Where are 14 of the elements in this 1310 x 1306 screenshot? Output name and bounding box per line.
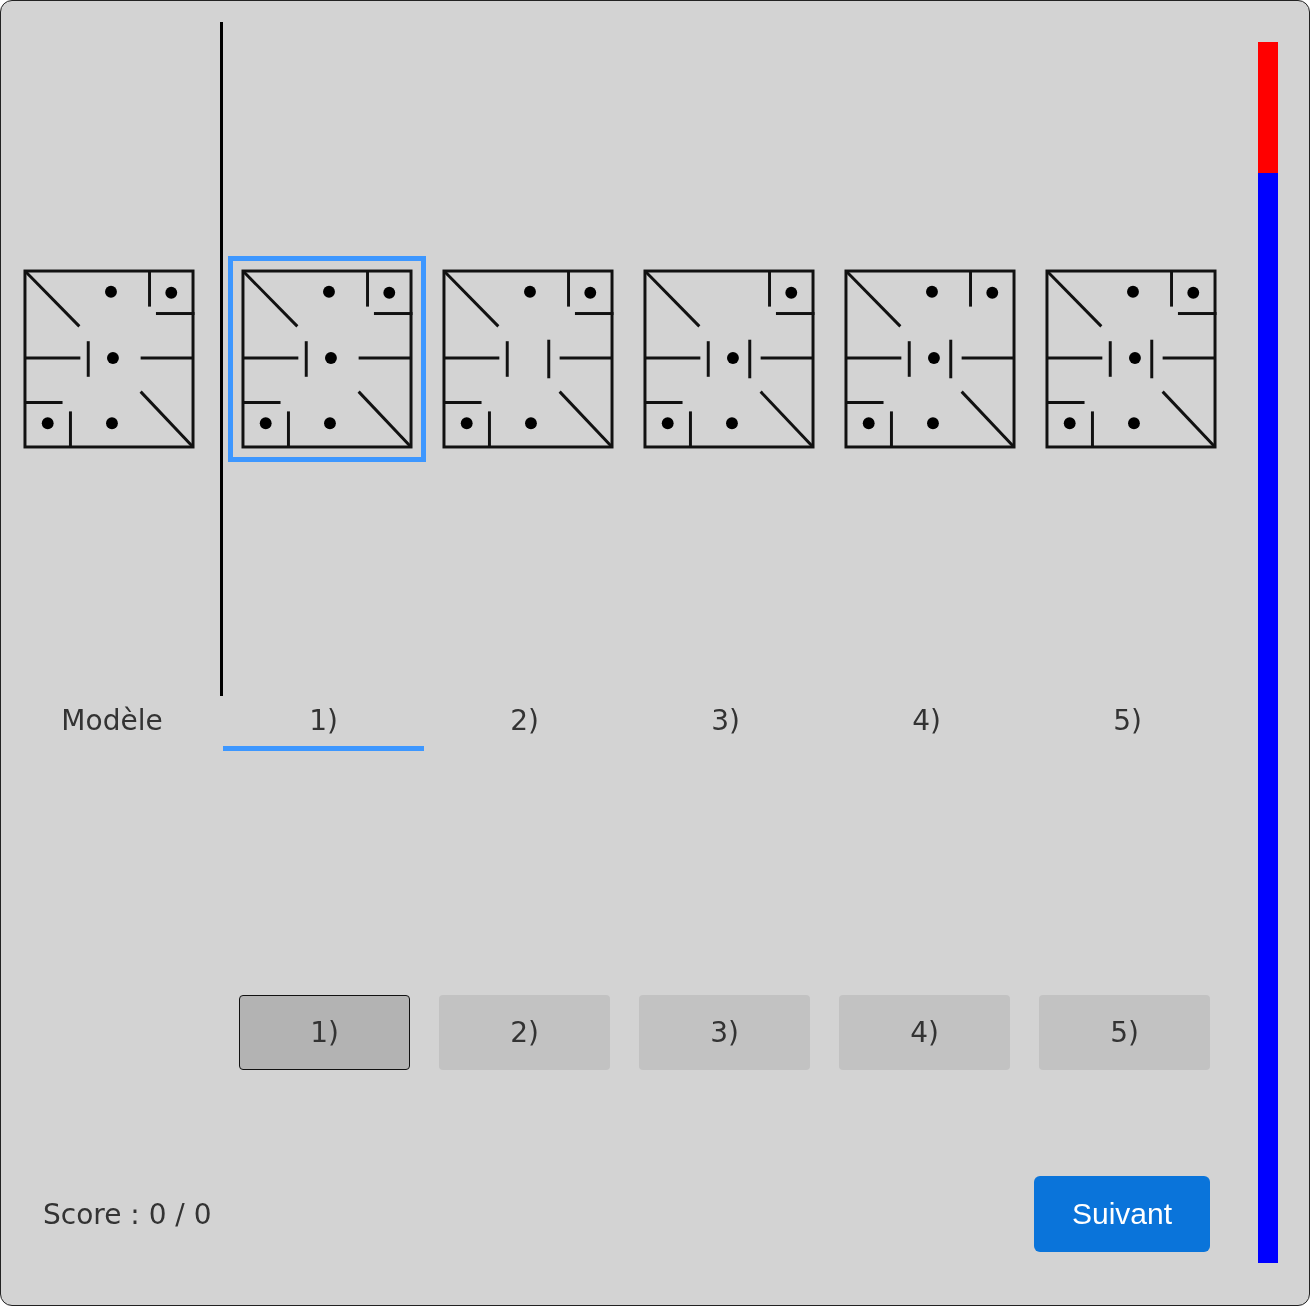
answer-button[interactable]: 4)	[839, 995, 1010, 1070]
option-tab[interactable]: 5)	[1027, 701, 1228, 751]
option-tab[interactable]: 4)	[826, 701, 1027, 751]
score-text: Score : 0 / 0	[43, 1197, 212, 1231]
option-tab[interactable]: 1)	[223, 701, 424, 751]
answer-button[interactable]: 3)	[639, 995, 810, 1070]
next-button[interactable]: Suivant	[1034, 1176, 1210, 1252]
answer-button[interactable]: 5)	[1039, 995, 1210, 1070]
figure-card[interactable]	[227, 256, 426, 462]
answer-button[interactable]: 1)	[239, 995, 410, 1070]
answer-button[interactable]: 2)	[439, 995, 610, 1070]
option-tab[interactable]: 3)	[625, 701, 826, 751]
model-label: Modèle	[60, 703, 164, 739]
option-tab[interactable]: 2)	[424, 701, 625, 751]
